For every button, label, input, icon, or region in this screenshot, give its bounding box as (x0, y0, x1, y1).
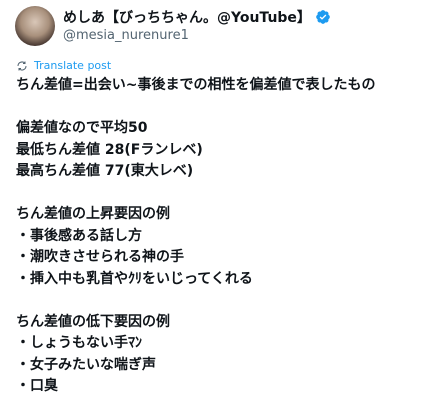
post-line (16, 183, 421, 205)
verified-badge-icon (316, 10, 330, 24)
post-line: 最低ちん差値 28(Fランレベ) (16, 141, 203, 158)
author-name-row[interactable]: めしあ【びっちちゃん。@YouTube】 (63, 7, 331, 27)
author-avatar[interactable] (15, 6, 55, 46)
post-line (16, 97, 421, 119)
post-line: ・しょうもない手ﾏﾝ (16, 335, 142, 351)
post-line: ・潮吹きさせられる神の手 (16, 249, 184, 265)
author-display-name[interactable]: めしあ【びっちちゃん。@YouTube】 (63, 7, 311, 27)
author-handle[interactable]: @mesia_nurenure1 (63, 28, 189, 43)
post-line: ちん差値=出会い~事後までの相性を偏差値で表したもの (16, 77, 376, 93)
post-line: ・女子みたいな喘ぎ声 (16, 356, 156, 373)
translate-post-label[interactable]: Translate post (34, 59, 111, 72)
translate-post-link[interactable]: Translate post (16, 59, 111, 72)
post-line: 偏差値なので平均50 (16, 120, 148, 136)
post-line: ちん差値の低下要因の例 (16, 313, 170, 330)
post-line: ・挿入中も乳首やｸﾘをいじってくれる (16, 270, 253, 287)
post-line: ちん差値の上昇要因の例 (16, 206, 170, 222)
post-body: ちん差値=出会い~事後までの相性を偏差値で表したもの 偏差値なので平均50 最低… (16, 75, 421, 398)
post-line (16, 290, 421, 312)
post-line: 最高ちん差値 77(東大レベ) (16, 163, 194, 179)
post-line: ・事後感ある話し方 (16, 227, 142, 244)
post-line: ・口臭 (16, 378, 58, 394)
translate-icon (17, 61, 27, 70)
